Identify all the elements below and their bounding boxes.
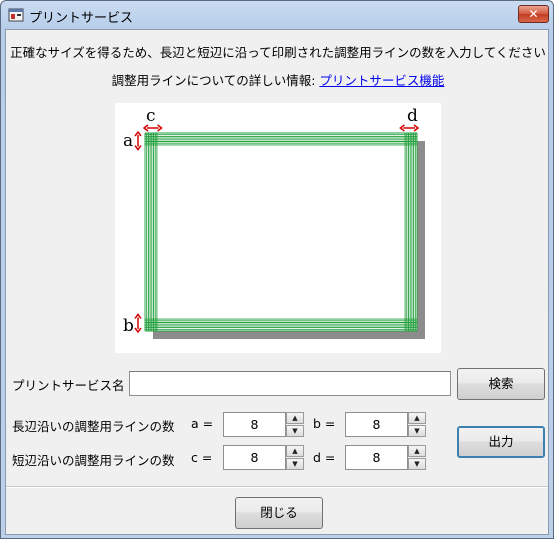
a-spinner[interactable]: 8 ▲ ▼ bbox=[223, 412, 305, 437]
output-button[interactable]: 出力 bbox=[457, 426, 545, 458]
close-button[interactable]: 閉じる bbox=[235, 497, 323, 529]
d-spinner[interactable]: 8 ▲ ▼ bbox=[345, 445, 427, 470]
long-side-label: 長辺沿いの調整用ラインの数 bbox=[12, 419, 175, 434]
window-close-button[interactable]: ✕ bbox=[518, 5, 549, 23]
calibration-lines bbox=[134, 124, 420, 334]
b-value-field[interactable]: 8 bbox=[345, 412, 408, 437]
label-d: d bbox=[407, 106, 418, 126]
label-a: a bbox=[123, 131, 134, 151]
footer-divider bbox=[6, 486, 548, 488]
dialog-body: 正確なサイズを得るため、長辺と短辺に沿って印刷された調整用ラインの数を入力してく… bbox=[5, 29, 549, 535]
b-label: b = bbox=[313, 416, 336, 431]
calibration-diagram: a b c d bbox=[115, 103, 441, 353]
a-spin-up-button[interactable]: ▲ bbox=[286, 412, 304, 424]
search-button[interactable]: 検索 bbox=[457, 368, 545, 400]
c-value-field[interactable]: 8 bbox=[223, 445, 286, 470]
info-prefix: 調整用ラインについての詳しい情報: bbox=[111, 73, 316, 88]
print-service-feature-link[interactable]: プリントサービス機能 bbox=[319, 73, 444, 88]
service-name-input[interactable] bbox=[129, 371, 451, 396]
c-spinner[interactable]: 8 ▲ ▼ bbox=[223, 445, 305, 470]
b-spin-up-button[interactable]: ▲ bbox=[408, 412, 426, 424]
print-service-window: プリントサービス ✕ 正確なサイズを得るため、長辺と短辺に沿って印刷された調整用… bbox=[0, 0, 554, 539]
c-spin-down-button[interactable]: ▼ bbox=[286, 458, 304, 470]
d-label: d = bbox=[313, 450, 336, 465]
a-value-field[interactable]: 8 bbox=[223, 412, 286, 437]
instruction-text: 正確なサイズを得るため、長辺と短辺に沿って印刷された調整用ラインの数を入力してく… bbox=[10, 45, 546, 60]
b-spinner[interactable]: 8 ▲ ▼ bbox=[345, 412, 427, 437]
label-b: b bbox=[123, 316, 134, 336]
a-spin-down-button[interactable]: ▼ bbox=[286, 425, 304, 437]
d-spin-down-button[interactable]: ▼ bbox=[408, 458, 426, 470]
window-title: プリントサービス bbox=[29, 11, 134, 26]
short-side-label: 短辺沿いの調整用ラインの数 bbox=[12, 453, 175, 468]
c-label: c = bbox=[191, 450, 213, 465]
d-spin-up-button[interactable]: ▲ bbox=[408, 445, 426, 457]
app-icon bbox=[8, 8, 24, 22]
c-spin-up-button[interactable]: ▲ bbox=[286, 445, 304, 457]
title-bar[interactable]: プリントサービス ✕ bbox=[1, 1, 553, 29]
label-c: c bbox=[146, 106, 156, 126]
service-name-label: プリントサービス名 bbox=[12, 378, 125, 393]
b-spin-down-button[interactable]: ▼ bbox=[408, 425, 426, 437]
info-line: 調整用ラインについての詳しい情報: プリントサービス機能 bbox=[6, 70, 550, 89]
a-label: a = bbox=[191, 416, 214, 431]
d-value-field[interactable]: 8 bbox=[345, 445, 408, 470]
